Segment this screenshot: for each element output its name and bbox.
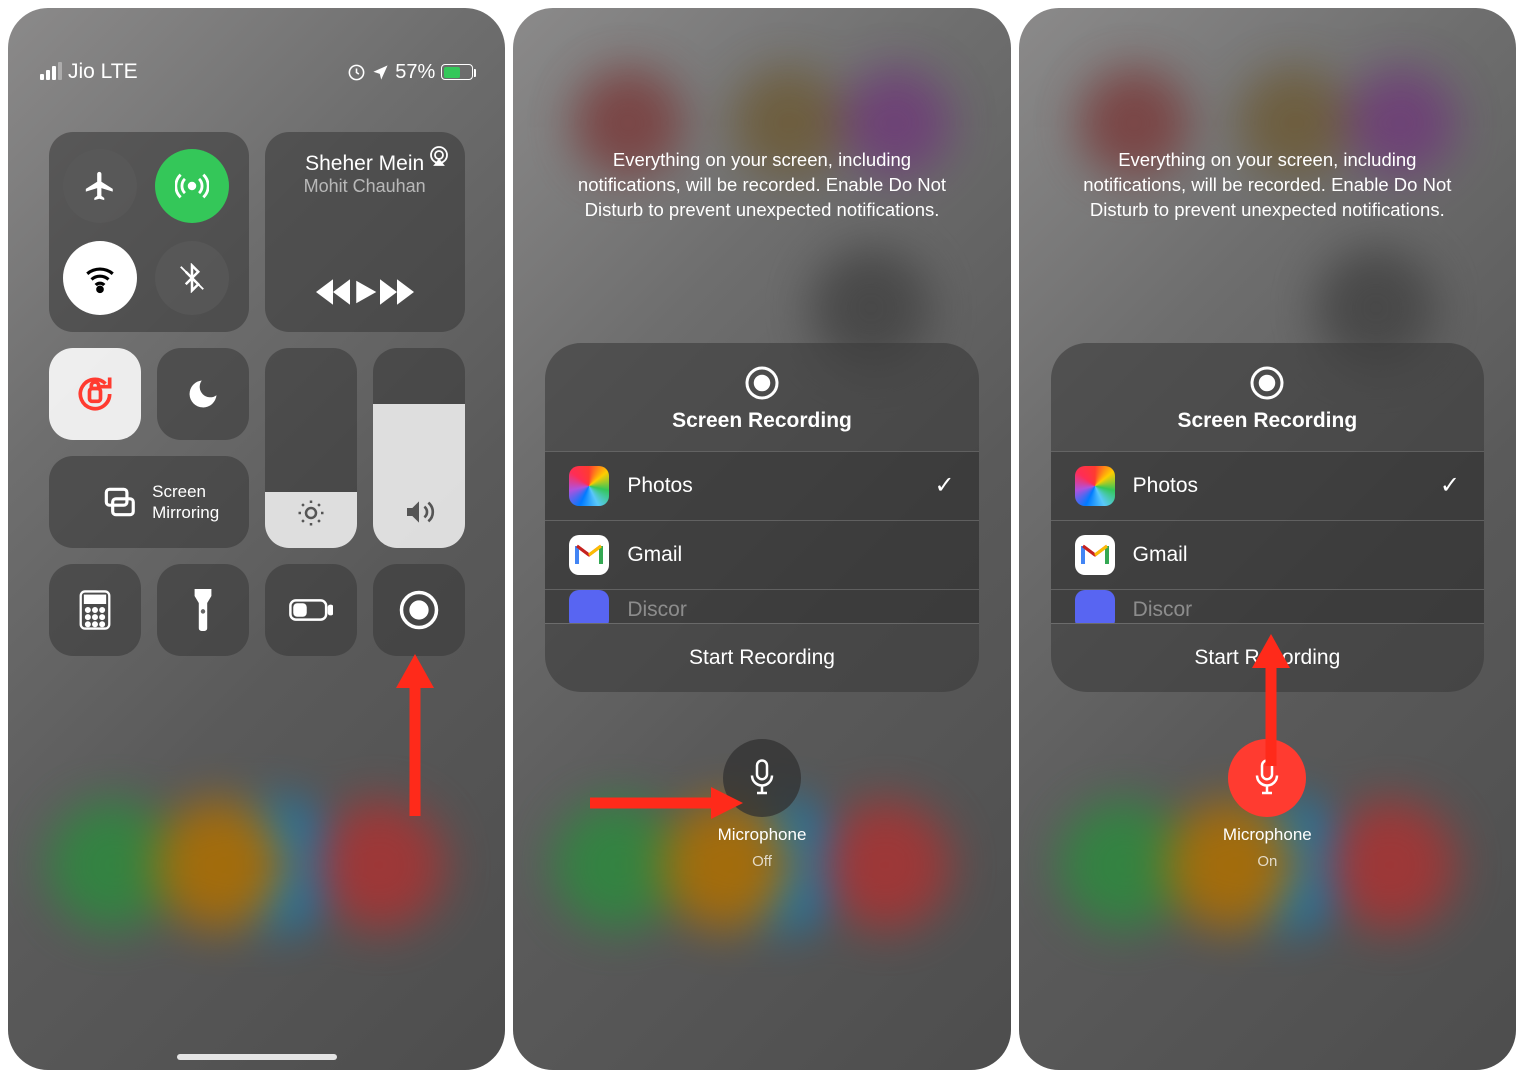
record-icon	[398, 589, 440, 631]
check-icon: ✓	[935, 471, 955, 500]
microphone-toggle-button[interactable]	[723, 739, 801, 817]
microphone-icon	[1252, 759, 1282, 797]
airplane-icon	[83, 169, 117, 203]
battery-icon	[441, 64, 473, 80]
brightness-slider[interactable]	[265, 348, 357, 548]
calculator-icon	[78, 590, 112, 630]
recording-notice: Everything on your screen, including not…	[1051, 148, 1484, 223]
screen-mirroring-label: Screen Mirroring	[152, 481, 219, 524]
flashlight-icon	[191, 589, 215, 631]
panel-control-center: Jio LTE 57% ⚡	[8, 8, 505, 1070]
gmail-app-icon	[569, 535, 609, 575]
carrier-label: Jio LTE	[68, 60, 138, 84]
next-track-button[interactable]	[380, 279, 414, 305]
app-label: Gmail	[627, 543, 682, 567]
do-not-disturb-button[interactable]	[157, 348, 249, 440]
low-power-mode-button[interactable]	[265, 564, 357, 656]
microphone-state: Off	[752, 853, 772, 870]
app-row-gmail[interactable]: Gmail	[1051, 520, 1484, 589]
microphone-label: Microphone	[1223, 825, 1312, 845]
media-title: Sheher Mein	[304, 152, 426, 176]
wifi-icon	[83, 261, 117, 295]
flashlight-button[interactable]	[157, 564, 249, 656]
media-tile: Sheher Mein Mohit Chauhan	[265, 132, 465, 332]
app-label: Discor	[1133, 598, 1193, 622]
start-recording-button[interactable]: Start Recording	[545, 623, 978, 692]
app-row-gmail[interactable]: Gmail	[545, 520, 978, 589]
airplay-icon[interactable]	[427, 144, 451, 168]
app-row-photos[interactable]: Photos ✓	[545, 451, 978, 520]
screen-record-button[interactable]	[373, 564, 465, 656]
status-bar: Jio LTE 57% ⚡	[40, 8, 473, 88]
app-row-partial[interactable]: Discor	[545, 589, 978, 623]
home-indicator[interactable]	[177, 1054, 337, 1060]
microphone-state: On	[1257, 853, 1277, 870]
recording-notice: Everything on your screen, including not…	[545, 148, 978, 223]
screen-mirroring-button[interactable]: Screen Mirroring	[49, 456, 249, 548]
app-label: Gmail	[1133, 543, 1188, 567]
app-row-photos[interactable]: Photos ✓	[1051, 451, 1484, 520]
cellular-data-button[interactable]	[155, 149, 229, 223]
calculator-button[interactable]	[49, 564, 141, 656]
moon-icon	[185, 376, 221, 412]
discord-app-icon	[569, 590, 609, 623]
battery-low-icon	[289, 598, 333, 622]
microphone-toggle-button[interactable]	[1228, 739, 1306, 817]
record-icon	[744, 365, 780, 401]
prev-track-button[interactable]	[316, 279, 350, 305]
media-artist: Mohit Chauhan	[304, 176, 426, 197]
sheet-title: Screen Recording	[1051, 409, 1484, 433]
app-row-partial[interactable]: Discor	[1051, 589, 1484, 623]
discord-app-icon	[1075, 590, 1115, 623]
signal-icon	[40, 64, 62, 80]
orientation-lock-button[interactable]	[49, 348, 141, 440]
screen-mirroring-icon	[100, 483, 138, 521]
start-recording-label: Start Recording	[689, 646, 835, 669]
location-icon	[372, 64, 389, 81]
start-recording-label: Start Recording	[1194, 646, 1340, 669]
connectivity-tile	[49, 132, 249, 332]
sheet-title: Screen Recording	[545, 409, 978, 433]
cellular-icon	[175, 169, 209, 203]
orientation-lock-icon	[73, 372, 117, 416]
sync-icon	[347, 63, 366, 82]
photos-app-icon	[569, 466, 609, 506]
play-button[interactable]	[350, 276, 380, 308]
microphone-icon	[747, 759, 777, 797]
app-label: Photos	[627, 474, 692, 498]
panel-mic-off: Everything on your screen, including not…	[513, 8, 1010, 1070]
check-icon: ✓	[1440, 471, 1460, 500]
panel-mic-on: Everything on your screen, including not…	[1019, 8, 1516, 1070]
volume-icon	[403, 496, 435, 528]
app-label: Discor	[627, 598, 687, 622]
photos-app-icon	[1075, 466, 1115, 506]
brightness-icon	[296, 498, 326, 528]
bluetooth-off-icon	[177, 263, 207, 293]
gmail-app-icon	[1075, 535, 1115, 575]
wifi-button[interactable]	[63, 241, 137, 315]
app-label: Photos	[1133, 474, 1198, 498]
airplane-mode-button[interactable]	[63, 149, 137, 223]
bluetooth-button[interactable]	[155, 241, 229, 315]
volume-slider[interactable]	[373, 348, 465, 548]
screen-recording-sheet: Screen Recording Photos ✓ Gmail Discor S…	[545, 343, 978, 692]
screen-recording-sheet: Screen Recording Photos ✓ Gmail Discor S…	[1051, 343, 1484, 692]
microphone-label: Microphone	[718, 825, 807, 845]
start-recording-button[interactable]: Start Recording	[1051, 623, 1484, 692]
charging-icon: ⚡	[505, 8, 506, 25]
battery-percentage: 57%	[395, 61, 435, 84]
record-icon	[1249, 365, 1285, 401]
